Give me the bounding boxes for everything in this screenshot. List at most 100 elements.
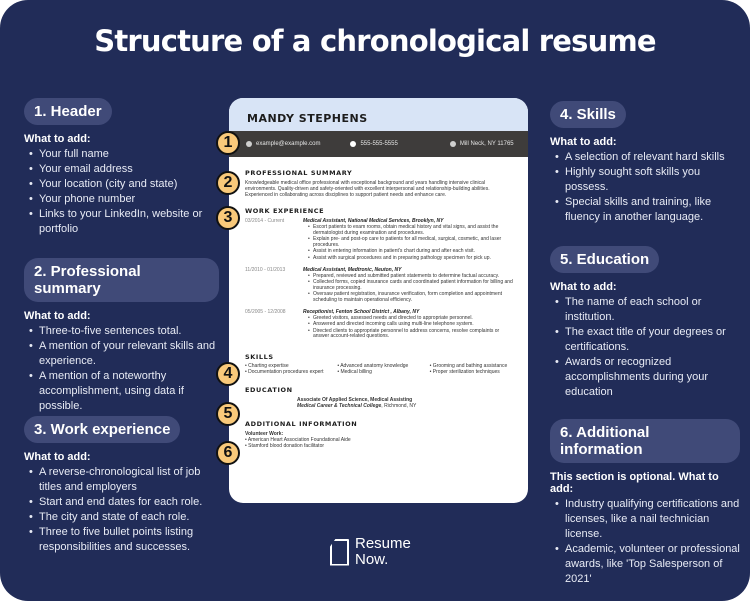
- logo-line2: Now.: [355, 551, 389, 568]
- job-bullet: Oversaw patient registration, insurance …: [308, 291, 516, 303]
- education-heading: EDUCATION: [245, 385, 293, 394]
- panel-education: 5. Education What to add: The name of ea…: [550, 246, 735, 400]
- list-item: A reverse-chronological list of job titl…: [29, 465, 214, 495]
- resume-contact-bar: example@example.com 555-555-5555 Mill Ne…: [229, 131, 528, 157]
- list-item: Three-to-five sentences total.: [29, 324, 219, 339]
- logo-text: Resume Now.: [355, 536, 411, 568]
- panel-heading: 1. Header: [24, 98, 112, 125]
- panel-additional-information: 6. Additional information This section i…: [550, 419, 740, 587]
- panel-intro: What to add:: [550, 281, 617, 293]
- panel-heading: 4. Skills: [550, 101, 626, 128]
- job-dates: 03/2014 - Current: [245, 218, 285, 224]
- panel-list: Three-to-five sentences total. A mention…: [24, 324, 219, 414]
- volunteer-item: • Stamford blood donation facilitator: [245, 442, 325, 449]
- list-item: Industry qualifying certifications and l…: [555, 497, 740, 542]
- resume-name: MANDY STEPHENS: [247, 112, 368, 125]
- job-dates: 05/2005 - 12/2008: [245, 308, 286, 315]
- list-item: Your email address: [29, 162, 209, 177]
- panel-header: 1. Header What to add: Your full name Yo…: [24, 98, 209, 237]
- school-location: , Richmond, NY: [381, 402, 417, 409]
- panel-heading: 6. Additional information: [550, 419, 740, 463]
- job-bullet: Collected forms, copied insurance cards …: [308, 279, 516, 291]
- list-item: Start and end dates for each role.: [29, 495, 214, 510]
- section-badge-3: 3: [216, 206, 240, 230]
- panel-intro: This section is optional. What to add:: [550, 471, 719, 495]
- additional-entry: Volunteer Work: • American Heart Associa…: [245, 431, 516, 449]
- panel-heading: 5. Education: [550, 246, 660, 273]
- panel-intro: What to add:: [24, 451, 91, 463]
- list-item: Your location (city and state): [29, 177, 209, 192]
- job-dates: 11/2010 - 01/2013: [245, 266, 286, 273]
- list-item: Special skills and training, like fluenc…: [555, 195, 730, 225]
- job-title: Receptionist, Fenton School District , A…: [303, 308, 420, 315]
- panel-skills: 4. Skills What to add: A selection of re…: [550, 101, 730, 225]
- work-heading: WORK EXPERIENCE: [245, 207, 325, 215]
- section-badge-4: 4: [216, 362, 240, 386]
- logo-line1: Resume: [355, 535, 411, 552]
- skill-item: • Documentation procedures expert: [245, 368, 324, 375]
- job-entry: 03/2014 - Current Medical Assistant, Nat…: [245, 218, 516, 263]
- panel-intro: What to add:: [24, 310, 91, 322]
- page-title: Structure of a chronological resume: [94, 24, 656, 58]
- email-text: example@example.com: [256, 141, 321, 147]
- job-bullet: Directed clients to appropriate personne…: [308, 328, 516, 340]
- school: Medical Career & Technical College: [297, 402, 382, 409]
- list-item: A selection of relevant hard skills: [555, 150, 730, 165]
- panel-work-experience: 3. Work experience What to add: A revers…: [24, 416, 214, 555]
- skills-heading: SKILLS: [245, 352, 274, 361]
- skill-item: • Proper sterilization techniques: [429, 368, 500, 375]
- list-item: Links to your LinkedIn, website or portf…: [29, 207, 209, 237]
- contact-email: example@example.com: [246, 141, 320, 147]
- list-item: Your phone number: [29, 192, 209, 207]
- contact-location: Mill Neck, NY 11765: [449, 141, 514, 147]
- list-item: Your full name: [29, 147, 209, 162]
- list-item: The city and state of each role.: [29, 510, 214, 525]
- job-entry: 05/2005 - 12/2008 Receptionist, Fenton S…: [245, 309, 516, 341]
- panel-list: Your full name Your email address Your l…: [24, 147, 209, 237]
- list-item: Academic, volunteer or professional awar…: [555, 542, 740, 587]
- email-icon: [246, 141, 252, 147]
- job-entry: 11/2010 - 01/2013 Medical Assistant, Med…: [245, 267, 516, 305]
- phone-icon: [350, 141, 357, 147]
- list-item: The exact title of your degrees or certi…: [555, 325, 735, 355]
- list-item: Highly sought soft skills you possess.: [555, 165, 730, 195]
- additional-heading: ADDITIONAL INFORMATION: [245, 419, 358, 428]
- skill-item: • Medical billing: [337, 368, 372, 375]
- panel-heading: 3. Work experience: [24, 416, 181, 443]
- list-item: A mention of your relevant skills and ex…: [29, 339, 219, 369]
- section-badge-5: 5: [216, 402, 240, 426]
- location-text: Mill Neck, NY 11765: [459, 141, 514, 147]
- list-item: A mention of a noteworthy accomplishment…: [29, 369, 219, 414]
- resume-now-logo: Resume Now.: [330, 536, 411, 568]
- job-title: Medical Assistant, Medtronic, Neuton, NY: [303, 266, 402, 273]
- document-icon: [330, 538, 349, 566]
- section-badge-1: 1: [216, 131, 240, 155]
- job-bullet: Answered and directed incoming calls usi…: [308, 322, 516, 328]
- resume-body: PROFESSIONAL SUMMARY Knowledgeable medic…: [229, 157, 528, 449]
- panel-list: The name of each school or institution. …: [550, 295, 735, 400]
- panel-intro: What to add:: [24, 133, 91, 145]
- section-badge-6: 6: [216, 441, 240, 465]
- list-item: Three to five bullet points listing resp…: [29, 525, 214, 555]
- resume-header: MANDY STEPHENS: [229, 98, 528, 131]
- contact-phone: 555-555-5555: [350, 141, 398, 147]
- list-item: The name of each school or institution.: [555, 295, 735, 325]
- job-bullet: Escort patients to exam rooms, obtain me…: [308, 224, 516, 236]
- education-entry: Associate Of Applied Science, Medical As…: [245, 397, 516, 409]
- summary-heading: PROFESSIONAL SUMMARY: [245, 169, 353, 177]
- panel-professional-summary: 2. Professional summary What to add: Thr…: [24, 258, 219, 414]
- section-badge-2: 2: [216, 171, 240, 195]
- panel-intro: What to add:: [550, 136, 617, 148]
- list-item: Awards or recognized accomplishments dur…: [555, 355, 735, 400]
- job-bullet: Assist with surgical procedures and in p…: [308, 255, 516, 262]
- resume-preview: MANDY STEPHENS example@example.com 555-5…: [229, 98, 528, 503]
- panel-list: A reverse-chronological list of job titl…: [24, 465, 214, 555]
- panel-list: Industry qualifying certifications and l…: [550, 497, 740, 587]
- skills-grid: • Charting expertise • Advanced anatomy …: [245, 363, 516, 376]
- job-bullet: Explain pre- and post-op care to patient…: [308, 236, 516, 248]
- infographic-canvas: Structure of a chronological resume 1. H…: [0, 0, 750, 601]
- panel-heading: 2. Professional summary: [24, 258, 219, 302]
- phone-text: 555-555-5555: [360, 141, 398, 147]
- summary-text: Knowledgeable medical office professiona…: [245, 180, 490, 198]
- panel-list: A selection of relevant hard skills High…: [550, 150, 730, 225]
